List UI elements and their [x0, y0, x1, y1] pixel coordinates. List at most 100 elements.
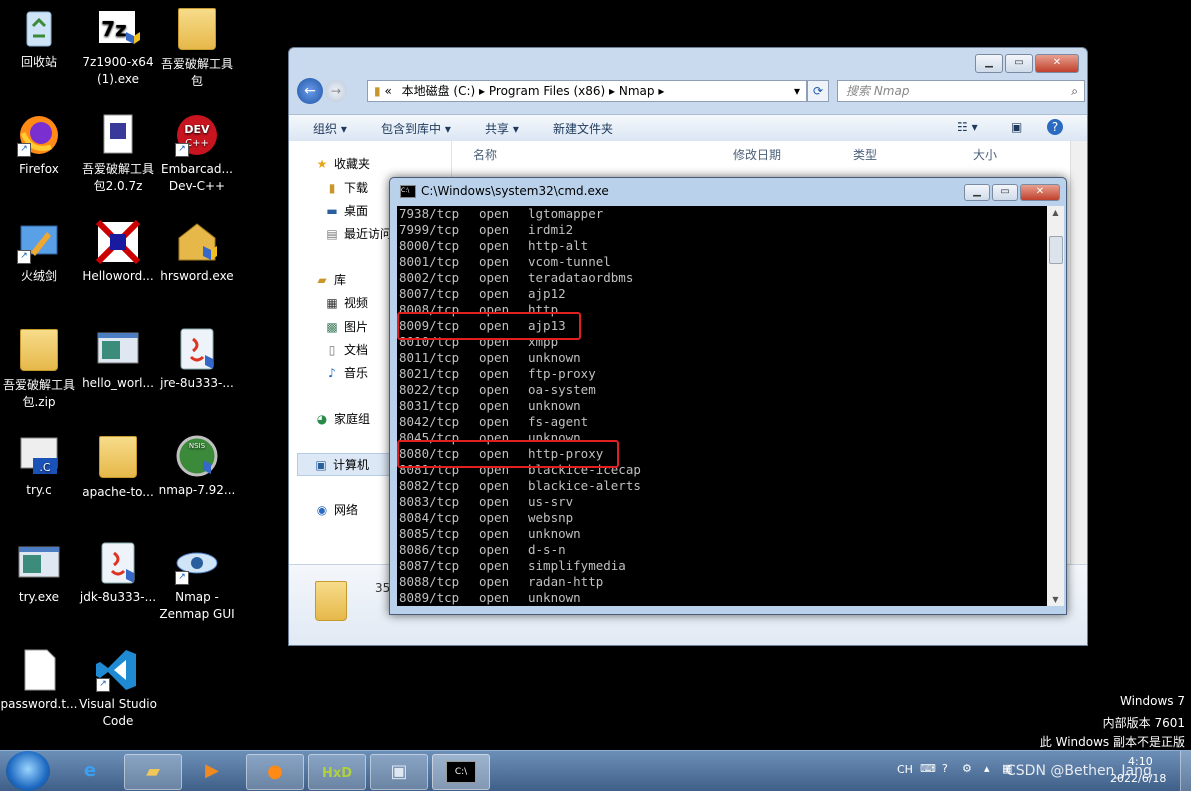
port: 7938/tcp [399, 206, 460, 221]
forward-button[interactable]: → [325, 80, 347, 102]
folder-icon: ▮ [374, 84, 381, 98]
column-header-type[interactable]: 类型 [853, 141, 877, 169]
start-button[interactable] [6, 751, 50, 791]
desktop-icon-try-c[interactable]: .C try.c [0, 434, 78, 499]
maximize-button[interactable]: ▭ [992, 184, 1018, 201]
desktop-icon-jre[interactable]: jre-8u333-... [158, 327, 236, 392]
maximize-button[interactable]: ▭ [1005, 54, 1033, 73]
desktop-icon-firefox[interactable]: ↗ Firefox [0, 113, 78, 178]
desktop-icon-huorongjian[interactable]: ↗ 火绒剑 [0, 220, 78, 285]
taskbar-ie[interactable]: e [62, 754, 118, 788]
computer-icon: ▣ [315, 458, 327, 472]
desktop-icon-apache-tomcat[interactable]: apache-to... [79, 434, 157, 501]
taskbar-window-app[interactable]: ▣ [370, 754, 428, 790]
recent-places-icon: ▤ [326, 227, 338, 241]
console-scrollbar[interactable]: ▲ ▼ [1047, 206, 1064, 606]
address-bar[interactable]: ▮ « 本地磁盘 (C:) ▸ Program Files (x86) ▸ Nm… [367, 80, 807, 102]
zip-folder-icon [17, 329, 61, 373]
scroll-up-icon[interactable]: ▲ [1047, 208, 1064, 217]
new-folder-button[interactable]: 新建文件夹 [553, 120, 613, 137]
tray-expand-icon[interactable]: ▴ [984, 762, 990, 775]
include-in-library-menu[interactable]: 包含到库中 ▾ [381, 120, 451, 137]
highlight-box [397, 440, 619, 468]
close-button[interactable]: ✕ [1020, 184, 1060, 201]
chevron-down-icon[interactable]: ▾ [794, 81, 800, 101]
desktop-icon-nmap-installer[interactable]: NSIS nmap-7.92... [158, 434, 236, 499]
language-indicator[interactable]: CH [897, 763, 913, 776]
desktop-icon-zenmap[interactable]: ↗ Nmap - Zenmap GUI [158, 541, 236, 623]
nav-pictures[interactable]: ▩ 图片 [325, 318, 368, 335]
desktop-icon-7z[interactable]: 7z 7z1900-x64 (1).exe [79, 6, 157, 88]
desktop-icon-helloword[interactable]: Helloword... [79, 219, 157, 285]
close-button[interactable]: ✕ [1035, 54, 1079, 73]
hxd-icon: HxD [321, 766, 353, 781]
taskbar-media-player[interactable]: ▶ [184, 754, 240, 788]
nav-recent[interactable]: ▤ 最近访问 [325, 225, 392, 242]
console-line: 7938/tcp open lgtomapper [399, 206, 603, 222]
desktop-icon-hello-world[interactable]: hello_worl... [79, 327, 157, 392]
state: open [479, 366, 510, 381]
desktop-icon-recycle-bin[interactable]: 回收站 [0, 6, 78, 71]
column-header-name[interactable]: 名称 [473, 141, 497, 169]
service: unknown [528, 526, 581, 541]
desktop-icon-label: jre-8u333-... [160, 376, 234, 390]
minimize-button[interactable]: ▁ [975, 54, 1003, 73]
scroll-thumb[interactable] [1049, 236, 1063, 264]
help-icon[interactable]: ? [1047, 119, 1063, 135]
column-header-modified[interactable]: 修改日期 [733, 141, 781, 169]
back-button[interactable]: ← [297, 78, 323, 104]
desktop-icon-52pojie-7z[interactable]: 吾爱破解工具包2.0.7z [79, 113, 157, 195]
nav-network[interactable]: ◉ 网络 [315, 501, 358, 518]
search-input[interactable]: 搜索 Nmap ⌕ [837, 80, 1085, 102]
breadcrumb-item-nmap[interactable]: Nmap [619, 84, 655, 98]
cmd-window[interactable]: C:\ C:\Windows\system32\cmd.exe ▁ ▭ ✕ 793… [389, 177, 1067, 615]
taskbar-explorer[interactable]: ▰ [124, 754, 182, 790]
desktop-icon-vscode[interactable]: ↗ Visual Studio Code [79, 648, 157, 730]
nav-desktop[interactable]: ▬ 桌面 [325, 202, 368, 219]
taskbar-hxd[interactable]: HxD [308, 754, 366, 790]
refresh-button[interactable]: ⟳ [807, 80, 829, 102]
view-options-icon[interactable]: ☷ ▾ [957, 120, 978, 134]
scroll-down-icon[interactable]: ▼ [1047, 595, 1064, 604]
service: fs-agent [528, 414, 589, 429]
help-icon[interactable]: ? [942, 762, 948, 775]
console-output[interactable]: 7938/tcp open lgtomapper 7999/tcp open irdmi2… [397, 206, 1047, 606]
desktop-icon-hrsword[interactable]: hrsword.exe [158, 220, 236, 285]
share-menu[interactable]: 共享 ▾ [485, 120, 519, 137]
state: open [479, 398, 510, 413]
breadcrumb-item-drive[interactable]: 本地磁盘 (C:) [402, 84, 476, 98]
desktop-icon-try-exe[interactable]: try.exe [0, 541, 78, 606]
column-header-size[interactable]: 大小 [973, 141, 997, 169]
taskbar-firefox[interactable]: ● [246, 754, 304, 790]
ime-icon[interactable]: ⌨ [920, 762, 936, 775]
nav-music[interactable]: ♪ 音乐 [325, 364, 368, 381]
state: open [479, 478, 510, 493]
nav-documents[interactable]: ▯ 文档 [325, 341, 368, 358]
nav-libraries[interactable]: ▰ 库 [315, 271, 346, 288]
file-list-scrollbar[interactable] [1070, 141, 1087, 565]
nav-homegroup[interactable]: ◕ 家庭组 [315, 410, 370, 427]
desktop-icon-52pojie-zip[interactable]: 吾爱破解工具包.zip [0, 327, 78, 411]
show-desktop-button[interactable] [1180, 751, 1191, 791]
breadcrumb-overflow[interactable]: « [384, 84, 391, 98]
folder-icon [96, 436, 140, 480]
nav-favorites[interactable]: ★ 收藏夹 [315, 155, 370, 172]
nav-downloads[interactable]: ▮ 下载 [325, 179, 368, 196]
service: irdmi2 [528, 222, 574, 237]
console-line: 8083/tcp open us-srv [399, 494, 573, 510]
preview-pane-icon[interactable]: ▣ [1011, 120, 1022, 134]
desktop-icon-52pojie-folder[interactable]: 吾爱破解工具包 [158, 6, 236, 90]
taskbar-cmd[interactable]: C:\ [432, 754, 490, 790]
nav-videos[interactable]: ▦ 视频 [325, 294, 368, 311]
cmd-icon: C:\ [400, 185, 416, 198]
minimize-button[interactable]: ▁ [964, 184, 990, 201]
desktop-icon-jdk[interactable]: jdk-8u333-... [79, 541, 157, 606]
ime-options-icon[interactable]: ⚙ [962, 762, 972, 775]
port: 8088/tcp [399, 574, 460, 589]
search-icon[interactable]: ⌕ [1071, 81, 1078, 101]
breadcrumb-item-program-files[interactable]: Program Files (x86) [489, 84, 605, 98]
organize-menu[interactable]: 组织 ▾ [313, 120, 347, 137]
media-player-icon: ▶ [205, 760, 219, 781]
desktop-icon-password-txt[interactable]: password.t... [0, 648, 78, 713]
desktop-icon-devcpp[interactable]: DEV C++ ↗ Embarcad... Dev-C++ [158, 113, 236, 195]
